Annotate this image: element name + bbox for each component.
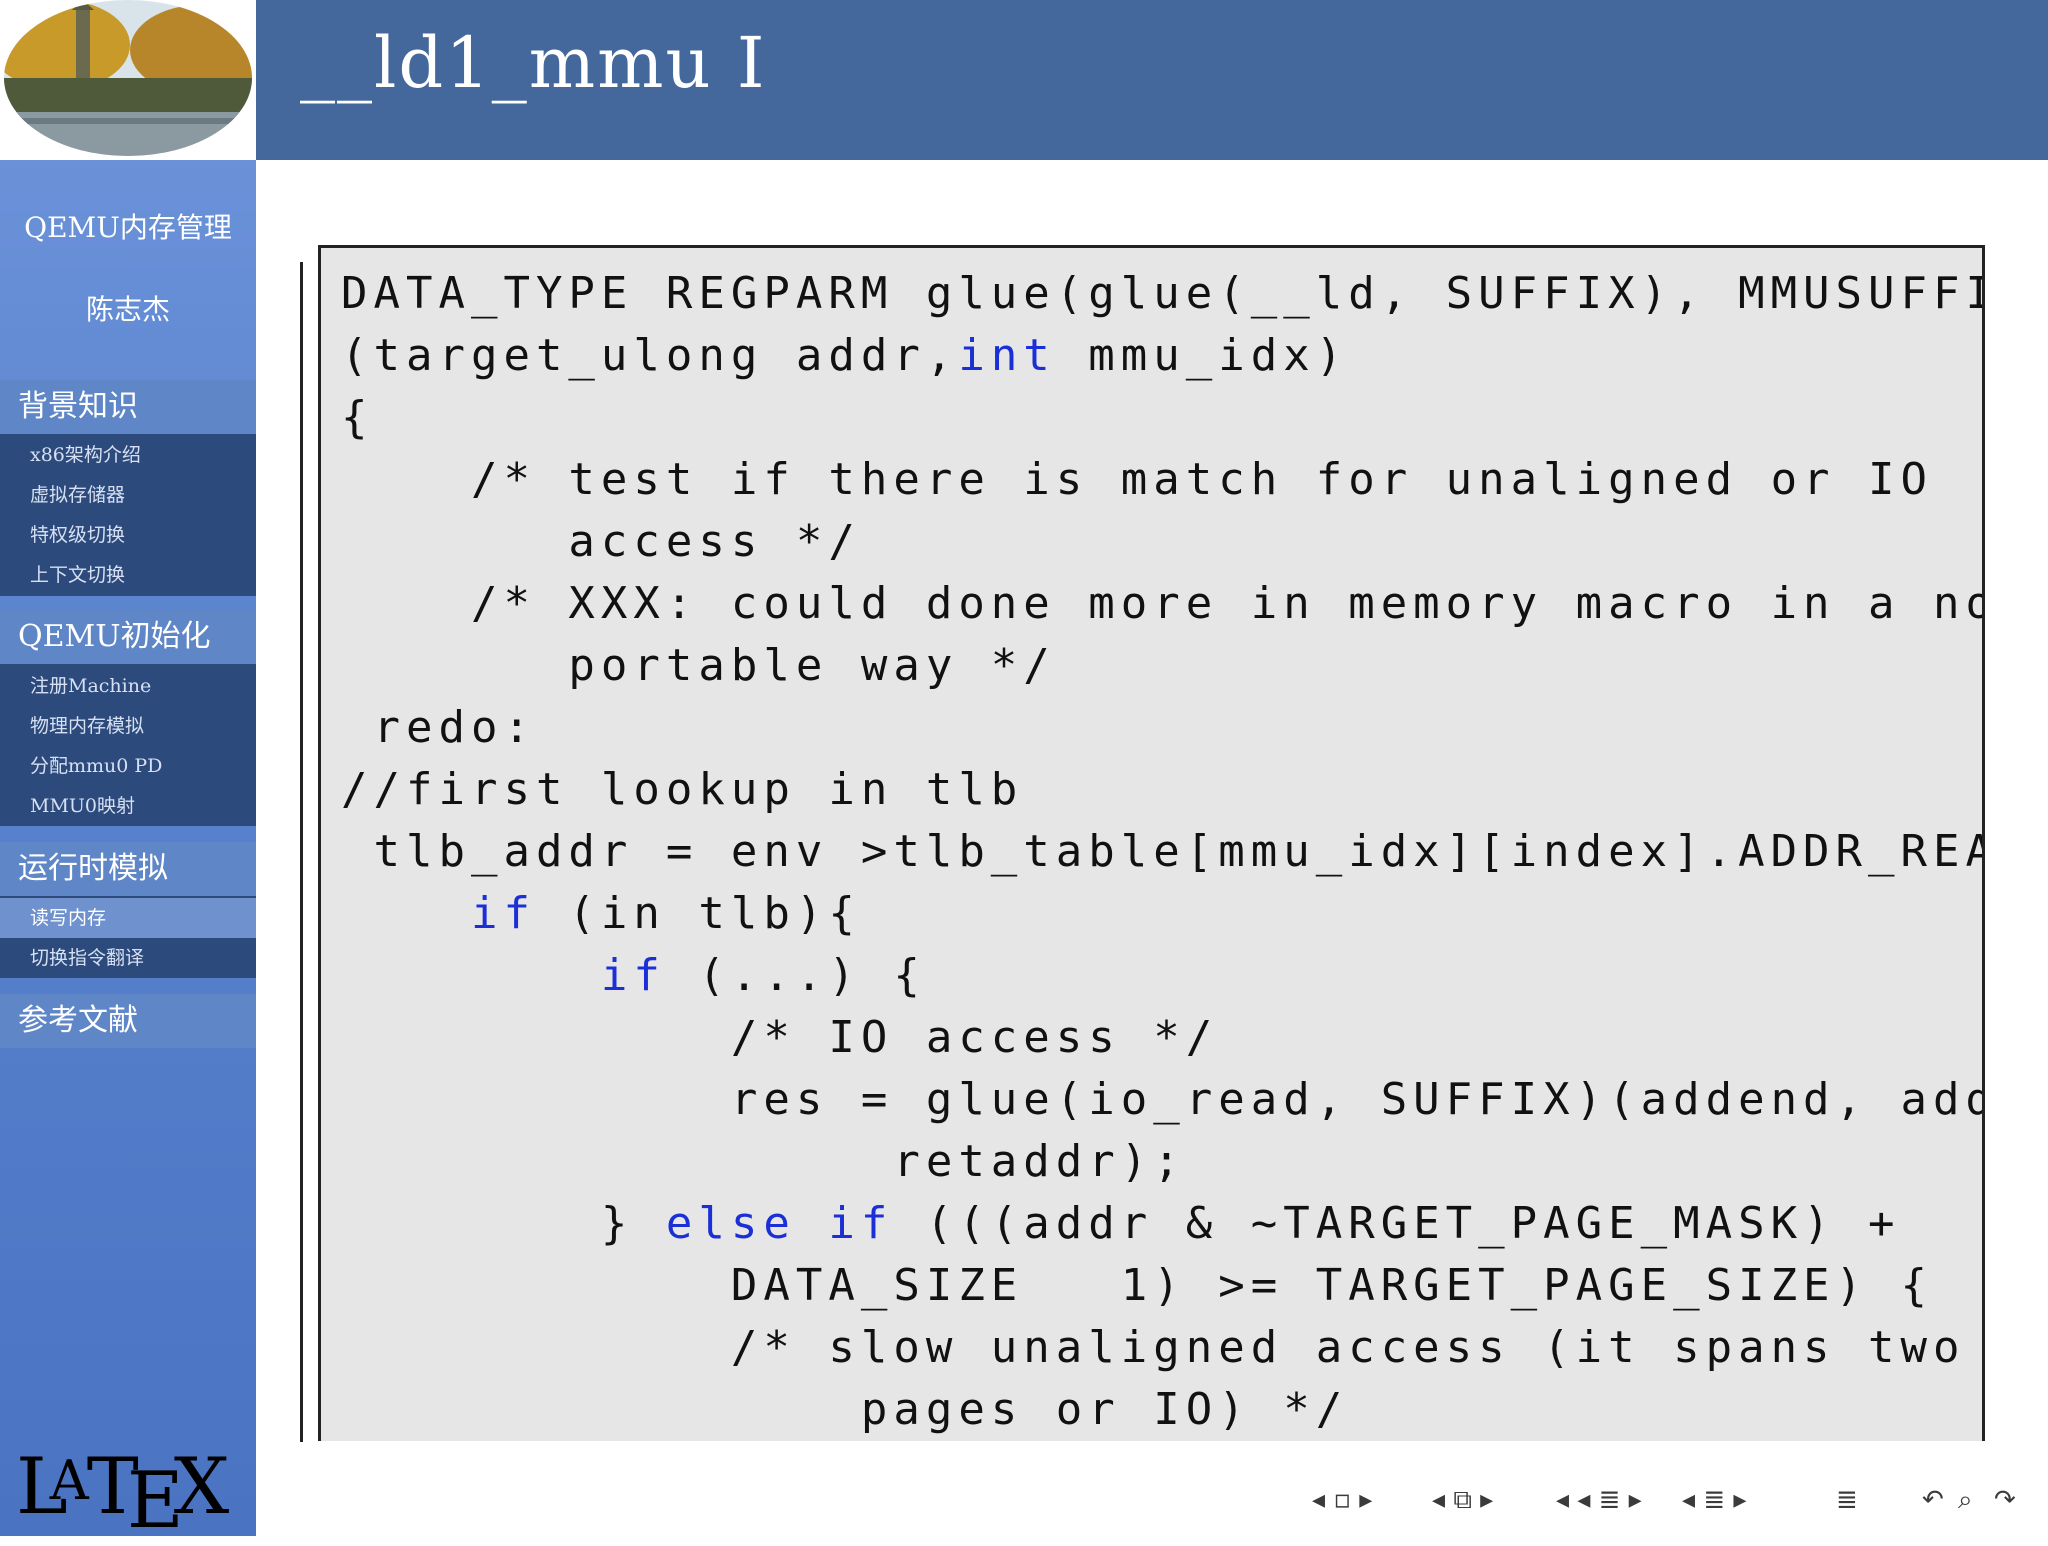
beamer-navigation: ◂ ▫ ▸ ◂ ⧉ ▸ ◂ ◂ ≣ ▸ ◂ ≣ ▸ ≣ ↶ ⌕ ↷ — [1300, 1485, 2040, 1525]
code-line: (target_ulong addr,int mmu_idx) — [341, 330, 1349, 381]
sidebar-item-mmu0-mapping[interactable]: MMU0映射 — [0, 786, 256, 826]
code-keyword: else if — [665, 1198, 894, 1249]
sidebar-item-switch-translation[interactable]: 切换指令翻译 — [0, 938, 256, 978]
sidebar-item-privilege[interactable]: 特权级切换 — [0, 515, 256, 555]
talk-title[interactable]: QEMU内存管理 — [0, 206, 256, 246]
code-line: redo: — [341, 702, 536, 753]
section-runtime-emulation[interactable]: 运行时模拟 — [0, 842, 256, 896]
sidebar-item-x86[interactable]: x86架构介绍 — [0, 435, 256, 475]
code-left-rule — [300, 262, 303, 1442]
section-background[interactable]: 背景知识 — [0, 380, 256, 434]
code-line: if (...) { — [600, 950, 926, 1001]
nav-presentation-icon[interactable]: ◂ ≣ ▸ — [1682, 1485, 1746, 1515]
code-keyword: if — [470, 888, 536, 939]
code-line: { — [341, 392, 374, 443]
code-keyword: if — [600, 950, 666, 1001]
code-line: res = glue(io_read, SUFFIX)(addend, addr… — [341, 1074, 1985, 1125]
code-line: retaddr); — [341, 1136, 1186, 1187]
code-block: DATA_TYPE REGPARM glue(glue(__ld, SUFFIX… — [318, 245, 1985, 1441]
code-keyword: int — [958, 330, 1056, 381]
code-line: /* XXX: could done more in memory macro … — [341, 578, 1985, 629]
nav-forward-icon[interactable]: ↷ — [1994, 1485, 2016, 1515]
section-qemu-init[interactable]: QEMU初始化 — [0, 610, 256, 664]
code-line: } else if (((addr & ~TARGET_PAGE_MASK) + — [341, 1198, 1901, 1249]
nav-section-icon[interactable]: ◂ ◂ ≣ ▸ — [1556, 1485, 1642, 1515]
code-line: //first lookup in tlb — [341, 764, 1024, 815]
sidebar-item-alloc-pd[interactable]: 分配mmu0 PD — [0, 746, 256, 786]
code-line: pages or IO) */ — [341, 1384, 1349, 1435]
nav-toc-icon[interactable]: ≣ — [1836, 1485, 1858, 1515]
section-references[interactable]: 参考文献 — [0, 994, 256, 1048]
sidebar: QEMU内存管理 陈志杰 背景知识 x86架构介绍 虚拟存储器 特权级切换 上下… — [0, 0, 256, 1546]
latex-logo: LATEX — [16, 1442, 230, 1546]
code-line: /* test if there is match for unaligned … — [341, 454, 1934, 505]
page-title: __ld1_mmu I — [300, 22, 767, 104]
code-line: DATA_TYPE REGPARM glue(glue(__ld, SUFFIX… — [341, 268, 1985, 319]
nav-search-icon[interactable]: ⌕ — [1958, 1485, 1973, 1516]
sidebar-item-virtual-memory[interactable]: 虚拟存储器 — [0, 475, 256, 515]
sidebar-item-physical-memory[interactable]: 物理内存模拟 — [0, 706, 256, 746]
author-name[interactable]: 陈志杰 — [0, 288, 256, 328]
title-bar: __ld1_mmu I — [256, 0, 2048, 160]
sidebar-item-read-write-memory[interactable]: 读写内存 — [0, 898, 256, 938]
nav-back-icon[interactable]: ↶ — [1922, 1485, 1944, 1515]
code-line: tlb_addr = env >tlb_table[mmu_idx][index… — [341, 826, 1985, 877]
sidebar-item-context-switch[interactable]: 上下文切换 — [0, 555, 256, 595]
code-line: /* IO access */ — [341, 1012, 1219, 1063]
code-line: if (in tlb){ — [470, 888, 861, 939]
university-logo — [0, 0, 256, 160]
code-line: /* slow unaligned access (it spans two — [341, 1322, 1966, 1373]
code-line: access */ — [341, 516, 861, 567]
code-line: portable way */ — [341, 640, 1056, 691]
nav-frame-icon[interactable]: ◂ ▫ ▸ — [1312, 1485, 1372, 1515]
code-line: DATA_SIZE 1) >= TARGET_PAGE_SIZE) { — [341, 1260, 1934, 1311]
sidebar-item-register-machine[interactable]: 注册Machine — [0, 666, 256, 706]
nav-subsection-icon[interactable]: ◂ ⧉ ▸ — [1432, 1485, 1493, 1516]
